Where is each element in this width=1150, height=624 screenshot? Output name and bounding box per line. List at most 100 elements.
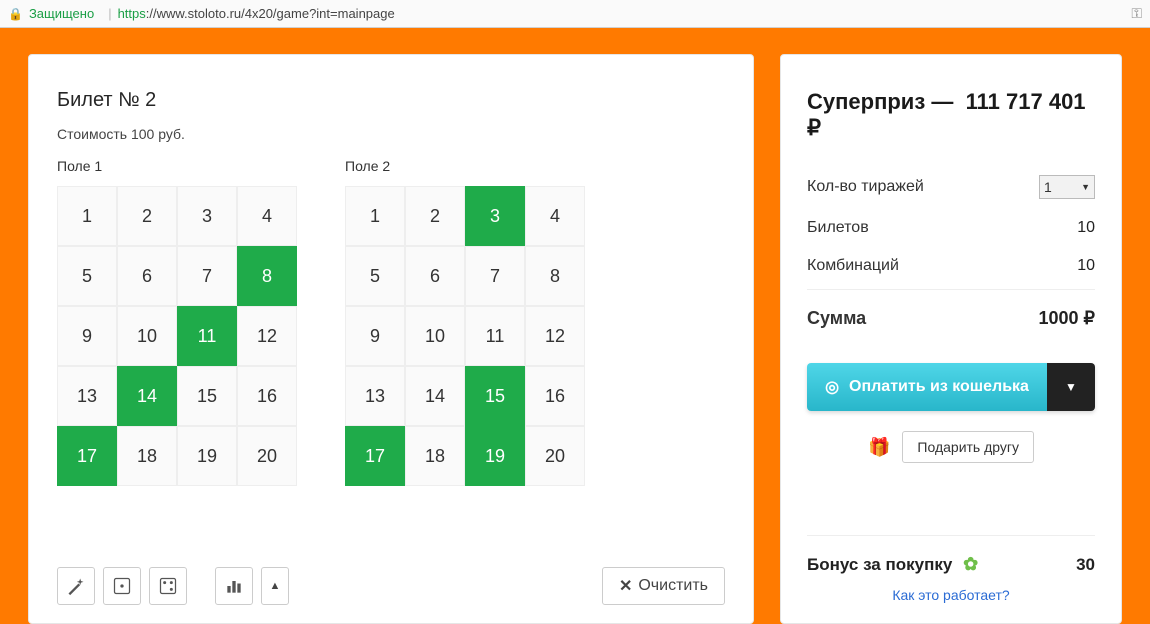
chevron-down-icon: ▼ (1065, 380, 1077, 394)
bonus-label-wrap: Бонус за покупку ✿ (807, 554, 978, 575)
lock-icon: 🔒 (8, 7, 23, 21)
number-cell[interactable]: 3 (465, 186, 525, 246)
bonus-value: 30 (1076, 555, 1095, 575)
field-1-grid: 1234567891011121314151617181920 (57, 186, 297, 486)
dice-3-icon (158, 576, 178, 596)
addr-divider: | (108, 6, 111, 21)
field-1: Поле 1 1234567891011121314151617181920 (57, 158, 297, 486)
number-cell[interactable]: 2 (117, 186, 177, 246)
combos-label: Комбинаций (807, 257, 899, 275)
number-cell[interactable]: 19 (177, 426, 237, 486)
number-cell[interactable]: 12 (237, 306, 297, 366)
wallet-icon: ◎ (825, 377, 839, 397)
sum-value: 1000 ₽ (1039, 308, 1096, 329)
tickets-value: 10 (1077, 219, 1095, 237)
close-icon: ✕ (619, 576, 632, 596)
number-cell[interactable]: 17 (57, 426, 117, 486)
number-cell[interactable]: 6 (117, 246, 177, 306)
superprize-label: Суперприз — (807, 89, 953, 114)
field-2-label: Поле 2 (345, 158, 585, 174)
number-cell[interactable]: 15 (465, 366, 525, 426)
number-cell[interactable]: 6 (405, 246, 465, 306)
combos-row: Комбинаций 10 (807, 247, 1095, 285)
number-cell[interactable]: 15 (177, 366, 237, 426)
how-it-works-link[interactable]: Как это работает? (892, 587, 1009, 603)
number-cell[interactable]: 11 (177, 306, 237, 366)
draw-count-label: Кол-во тиражей (807, 178, 924, 196)
number-cell[interactable]: 19 (465, 426, 525, 486)
chevron-down-icon: ▼ (1081, 182, 1090, 192)
dice-3-button[interactable] (149, 567, 187, 605)
number-cell[interactable]: 20 (237, 426, 297, 486)
number-cell[interactable]: 17 (345, 426, 405, 486)
number-cell[interactable]: 16 (525, 366, 585, 426)
url-text[interactable]: https://www.stoloto.ru/4x20/game?int=mai… (118, 6, 395, 21)
number-cell[interactable]: 8 (237, 246, 297, 306)
ticket-title: Билет № 2 (57, 89, 725, 112)
caret-up-button[interactable]: ▲ (261, 567, 289, 605)
field-1-label: Поле 1 (57, 158, 297, 174)
number-cell[interactable]: 9 (57, 306, 117, 366)
superprize: Суперприз — 111 717 401 ₽ (807, 89, 1095, 141)
summary-panel: Суперприз — 111 717 401 ₽ Кол-во тиражей… (780, 54, 1122, 624)
pay-label: Оплатить из кошелька (849, 378, 1029, 396)
number-cell[interactable]: 13 (345, 366, 405, 426)
secure-label: Защищено (29, 6, 94, 21)
stats-button[interactable] (215, 567, 253, 605)
number-cell[interactable]: 13 (57, 366, 117, 426)
number-cell[interactable]: 4 (525, 186, 585, 246)
number-cell[interactable]: 2 (405, 186, 465, 246)
number-cell[interactable]: 8 (525, 246, 585, 306)
sum-label: Сумма (807, 308, 866, 329)
number-cell[interactable]: 18 (405, 426, 465, 486)
number-cell[interactable]: 4 (237, 186, 297, 246)
url-proto: https (118, 6, 146, 21)
bar-chart-icon (224, 576, 244, 596)
clover-icon: ✿ (963, 554, 978, 574)
bonus-block: Бонус за покупку ✿ 30 Как это работает? (807, 535, 1095, 605)
gift-row: 🎁 Подарить другу (807, 431, 1095, 463)
pay-dropdown-button[interactable]: ▼ (1047, 363, 1095, 411)
number-cell[interactable]: 14 (117, 366, 177, 426)
magic-wand-button[interactable] (57, 567, 95, 605)
number-cell[interactable]: 11 (465, 306, 525, 366)
draw-count-select[interactable]: 1 ▼ (1039, 175, 1095, 199)
url-rest: ://www.stoloto.ru/4x20/game?int=mainpage (146, 6, 395, 21)
gift-label: Подарить другу (917, 439, 1019, 455)
number-cell[interactable]: 10 (405, 306, 465, 366)
number-cell[interactable]: 1 (345, 186, 405, 246)
number-cell[interactable]: 7 (465, 246, 525, 306)
number-cell[interactable]: 16 (237, 366, 297, 426)
field-2: Поле 2 1234567891011121314151617181920 (345, 158, 585, 486)
dice-1-button[interactable] (103, 567, 141, 605)
number-cell[interactable]: 14 (405, 366, 465, 426)
field-2-grid: 1234567891011121314151617181920 (345, 186, 585, 486)
tickets-row: Билетов 10 (807, 209, 1095, 247)
ticket-toolbar: ▲ ✕ Очистить (57, 537, 725, 605)
sum-row: Сумма 1000 ₽ (807, 289, 1095, 339)
combos-value: 10 (1077, 257, 1095, 275)
gift-icon: 🎁 (868, 437, 890, 458)
tickets-label: Билетов (807, 219, 869, 237)
magic-wand-icon (66, 576, 86, 596)
ticket-cost: Стоимость 100 руб. (57, 126, 725, 142)
pay-button[interactable]: ◎ Оплатить из кошелька (807, 363, 1047, 411)
number-cell[interactable]: 1 (57, 186, 117, 246)
number-cell[interactable]: 7 (177, 246, 237, 306)
number-cell[interactable]: 9 (345, 306, 405, 366)
dice-1-icon (112, 576, 132, 596)
number-cell[interactable]: 20 (525, 426, 585, 486)
number-cell[interactable]: 3 (177, 186, 237, 246)
number-cell[interactable]: 5 (345, 246, 405, 306)
number-cell[interactable]: 10 (117, 306, 177, 366)
clear-label: Очистить (638, 577, 708, 595)
draw-count-row: Кол-во тиражей 1 ▼ (807, 165, 1095, 209)
number-cell[interactable]: 12 (525, 306, 585, 366)
caret-up-icon: ▲ (270, 580, 281, 592)
clear-button[interactable]: ✕ Очистить (602, 567, 725, 605)
gift-button[interactable]: Подарить другу (902, 431, 1034, 463)
key-icon[interactable]: ⚿ (1131, 5, 1142, 22)
number-cell[interactable]: 18 (117, 426, 177, 486)
page-body: Билет № 2 Стоимость 100 руб. Поле 1 1234… (0, 28, 1150, 624)
number-cell[interactable]: 5 (57, 246, 117, 306)
